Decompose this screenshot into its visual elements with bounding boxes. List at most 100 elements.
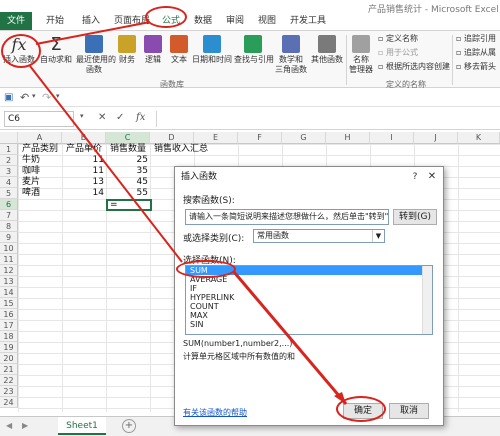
row-header[interactable]: 9	[0, 232, 18, 243]
datetime-button[interactable]: 日期和时间	[192, 33, 232, 65]
cell-unit-price[interactable]: 11	[62, 155, 104, 166]
header-revenue-total[interactable]: 销售收入汇总	[154, 144, 208, 155]
scroll-left-icon[interactable]: ◀	[6, 421, 12, 430]
list-item[interactable]: HYPERLINK	[186, 293, 432, 302]
undo-icon[interactable]: ↶	[20, 91, 29, 104]
row-header[interactable]: 11	[0, 254, 18, 265]
chevron-down-icon[interactable]: ▼	[372, 230, 384, 242]
enter-icon[interactable]: ✓	[116, 112, 124, 123]
cell-quantity[interactable]: 25	[106, 155, 148, 166]
row-header[interactable]: 6	[0, 199, 18, 210]
cell-quantity[interactable]: 35	[106, 166, 148, 177]
tab-insert[interactable]: 插入	[76, 12, 106, 30]
search-function-input[interactable]: 请输入一条简短说明来描述您想做什么，然后单击"转到"	[185, 209, 389, 225]
cell-category[interactable]: 咖啡	[22, 166, 40, 177]
column-header-j[interactable]: J	[414, 132, 458, 144]
name-manager-button[interactable]: 名称 管理器	[348, 33, 374, 75]
autosum-button[interactable]: Σ 自动求和	[40, 33, 72, 65]
save-icon[interactable]: ▣	[4, 92, 13, 103]
list-item[interactable]: IF	[186, 284, 432, 293]
close-icon[interactable]: ✕	[426, 171, 438, 183]
name-box[interactable]: C6	[4, 111, 74, 127]
list-item[interactable]: SIN	[186, 320, 432, 329]
column-header-k[interactable]: K	[458, 132, 500, 144]
column-header-b[interactable]: B	[62, 132, 106, 144]
lookup-button[interactable]: 查找与引用	[234, 33, 274, 65]
fx-icon[interactable]: fx	[136, 112, 145, 123]
name-box-dropdown-icon[interactable]: ▾	[80, 112, 84, 120]
tab-review[interactable]: 审阅	[220, 12, 250, 30]
cell-unit-price[interactable]: 14	[62, 188, 104, 199]
row-header[interactable]: 8	[0, 221, 18, 232]
row-header[interactable]: 16	[0, 309, 18, 320]
chevron-down-icon[interactable]: ▾	[32, 92, 36, 100]
tab-developer[interactable]: 开发工具	[284, 12, 332, 30]
row-header[interactable]: 20	[0, 353, 18, 364]
row-header[interactable]: 2	[0, 155, 18, 166]
function-help-link[interactable]: 有关该函数的帮助	[183, 407, 247, 418]
row-header[interactable]: 5	[0, 188, 18, 199]
more-functions-button[interactable]: 其他函数	[310, 33, 344, 65]
financial-button[interactable]: 财务	[116, 33, 138, 65]
column-header-h[interactable]: H	[326, 132, 370, 144]
logical-button[interactable]: 逻辑	[142, 33, 164, 65]
cancel-button[interactable]: 取消	[389, 403, 429, 419]
column-header-c[interactable]: C	[106, 132, 150, 144]
cancel-icon[interactable]: ✕	[98, 112, 106, 123]
column-header-f[interactable]: F	[238, 132, 282, 144]
row-header[interactable]: 17	[0, 320, 18, 331]
header-category[interactable]: 产品类别	[22, 144, 58, 155]
header-unit-price[interactable]: 产品单价	[66, 144, 102, 155]
row-header[interactable]: 19	[0, 342, 18, 353]
list-item[interactable]: MAX	[186, 311, 432, 320]
column-header-a[interactable]: A	[18, 132, 62, 144]
cell-unit-price[interactable]: 11	[62, 166, 104, 177]
active-cell-c6[interactable]: =	[106, 199, 152, 211]
go-button[interactable]: 转到(G)	[393, 209, 437, 225]
select-all-corner[interactable]	[0, 132, 18, 144]
create-from-selection-button[interactable]: ▫ 根据所选内容创建	[378, 62, 450, 72]
tab-home[interactable]: 开始	[40, 12, 70, 30]
tab-data[interactable]: 数据	[188, 12, 218, 30]
row-header[interactable]: 10	[0, 243, 18, 254]
column-header-i[interactable]: I	[370, 132, 414, 144]
redo-icon[interactable]: ↷	[42, 91, 51, 104]
row-header[interactable]: 3	[0, 166, 18, 177]
tab-file[interactable]: 文件	[0, 12, 32, 30]
header-quantity[interactable]: 销售数量	[110, 144, 146, 155]
column-header-d[interactable]: D	[150, 132, 194, 144]
trace-precedents-button[interactable]: ▫ 追踪引用	[456, 34, 496, 44]
remove-arrows-button[interactable]: ▫ 移去箭头	[456, 62, 496, 72]
row-header[interactable]: 12	[0, 265, 18, 276]
row-header[interactable]: 4	[0, 177, 18, 188]
cell-category[interactable]: 麦片	[22, 177, 40, 188]
cell-category[interactable]: 牛奶	[22, 155, 40, 166]
formula-input[interactable]	[156, 111, 496, 127]
row-header[interactable]: 13	[0, 276, 18, 287]
row-header[interactable]: 22	[0, 375, 18, 386]
row-header[interactable]: 21	[0, 364, 18, 375]
row-header[interactable]: 14	[0, 287, 18, 298]
column-header-e[interactable]: E	[194, 132, 238, 144]
row-header[interactable]: 1	[0, 144, 18, 155]
recent-functions-button[interactable]: 最近使用的 函数	[76, 33, 116, 75]
cell-category[interactable]: 啤酒	[22, 188, 40, 199]
row-header[interactable]: 15	[0, 298, 18, 309]
row-header[interactable]: 24	[0, 397, 18, 408]
column-header-g[interactable]: G	[282, 132, 326, 144]
use-in-formula-button[interactable]: ▫ 用于公式	[378, 48, 418, 58]
scroll-right-icon[interactable]: ▶	[22, 421, 28, 430]
add-sheet-button[interactable]: +	[122, 419, 136, 433]
category-select[interactable]: 常用函数 ▼	[253, 229, 385, 243]
cell-unit-price[interactable]: 13	[62, 177, 104, 188]
sheet-tab-sheet1[interactable]: Sheet1	[58, 417, 106, 435]
tab-view[interactable]: 视图	[252, 12, 282, 30]
list-scrollbar[interactable]	[422, 266, 432, 334]
cell-quantity[interactable]: 45	[106, 177, 148, 188]
cell-quantity[interactable]: 55	[106, 188, 148, 199]
trace-dependents-button[interactable]: ▫ 追踪从属	[456, 48, 496, 58]
text-button[interactable]: 文本	[168, 33, 190, 65]
help-icon[interactable]: ?	[409, 171, 421, 183]
define-name-button[interactable]: ▫ 定义名称	[378, 34, 418, 44]
customize-qat-icon[interactable]: ▾	[56, 92, 60, 100]
